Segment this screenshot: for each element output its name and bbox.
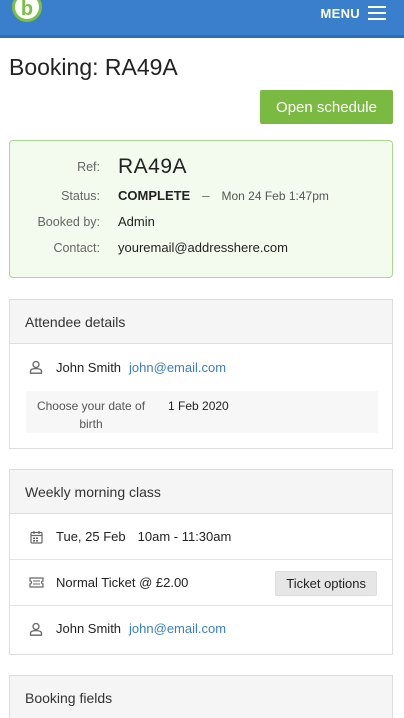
booking-fields-header: Booking fields — [10, 676, 392, 718]
status-row: Status: COMPLETE – Mon 24 Feb 1:47pm — [10, 188, 392, 203]
booked-by-row: Booked by: Admin — [10, 214, 392, 229]
attendee-email-link[interactable]: john@email.com — [129, 360, 226, 375]
page-title: Booking: RA49A — [9, 54, 178, 80]
ticket-row: Normal Ticket @ £2.00 Ticket options — [10, 559, 392, 605]
ticket-icon — [28, 575, 44, 591]
contact-row: Contact: youremail@addresshere.com — [10, 240, 392, 255]
calendar-icon — [28, 529, 44, 545]
attendee-row: John Smith john@email.com Choose your da… — [10, 344, 392, 448]
booking-summary-box: Ref: RA49A Status: COMPLETE – Mon 24 Feb… — [9, 140, 393, 278]
menu-label: MENU — [320, 5, 360, 21]
class-header: Weekly morning class — [10, 470, 392, 514]
status-date: Mon 24 Feb 1:47pm — [221, 188, 329, 203]
dob-value: 1 Feb 2020 — [168, 399, 229, 413]
attendee-name: John Smith — [56, 359, 122, 375]
class-date: Tue, 25 Feb — [56, 529, 126, 544]
ref-label: Ref: — [77, 160, 100, 174]
hamburger-icon — [368, 5, 386, 21]
person-icon — [28, 621, 44, 637]
attendee-details-header: Attendee details — [10, 300, 392, 344]
booked-by-label: Booked by: — [37, 214, 100, 229]
menu-button[interactable]: MENU — [321, 5, 386, 21]
class-date-row: Tue, 25 Feb 10am - 11:30am — [10, 514, 392, 559]
dob-label: Choose your date of birth — [36, 399, 146, 431]
date-of-birth-field: Choose your date of birth 1 Feb 2020 — [26, 391, 378, 433]
status-label: Status: — [61, 188, 100, 203]
person-icon — [28, 359, 44, 375]
weekly-class-panel: Weekly morning class Tue, 25 Feb 10am - … — [9, 469, 393, 655]
open-schedule-button[interactable]: Open schedule — [260, 90, 393, 124]
booking-fields-panel: Booking fields — [9, 675, 393, 718]
class-time: 10am - 11:30am — [137, 529, 232, 544]
contact-value: youremail@addresshere.com — [118, 240, 288, 255]
ref-value: RA49A — [118, 155, 188, 178]
class-attendee-email-link[interactable]: john@email.com — [129, 621, 226, 636]
booked-by-value: Admin — [118, 214, 155, 229]
status-separator: – — [202, 188, 210, 203]
contact-label: Contact: — [53, 240, 100, 255]
class-attendee-row: John Smith john@email.com — [10, 605, 392, 651]
brand-logo-letter: b — [20, 0, 34, 20]
top-navigation-bar: b MENU — [0, 0, 404, 38]
class-attendee-name: John Smith — [56, 621, 122, 636]
ticket-options-button[interactable]: Ticket options — [275, 571, 377, 596]
brand-logo[interactable]: b — [12, 0, 42, 22]
ticket-label: Normal Ticket @ £2.00 — [56, 575, 189, 590]
ref-row: Ref: RA49A — [10, 155, 392, 179]
attendee-details-panel: Attendee details John Smith john@email.c… — [9, 299, 393, 449]
status-value: COMPLETE — [118, 188, 191, 203]
